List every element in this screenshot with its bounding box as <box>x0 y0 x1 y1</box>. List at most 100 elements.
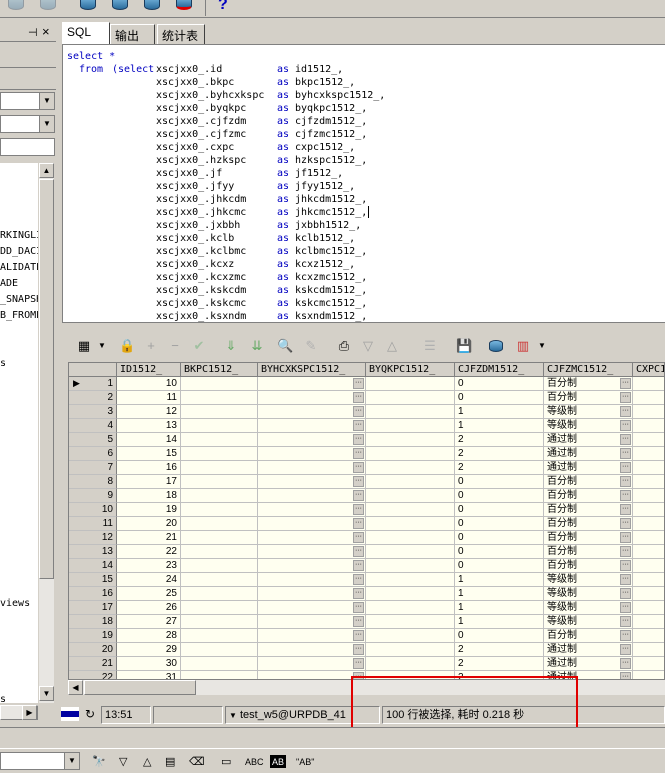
cell-byhcxkspc[interactable]: ··· <box>258 447 366 461</box>
column-header[interactable]: CJFZDM1512_ <box>455 363 544 377</box>
cell-cjfzmc[interactable]: 百分制 ··· <box>544 531 633 545</box>
whole-word-toggle[interactable]: AB <box>270 755 287 768</box>
cell-byqkpc[interactable] <box>366 475 455 489</box>
scroll-left-icon[interactable]: ◀ <box>68 680 83 695</box>
cell-bkpc[interactable] <box>181 489 258 503</box>
cell-id[interactable]: 19 <box>117 503 181 517</box>
cell-byhcxkspc[interactable]: ··· <box>258 405 366 419</box>
cell-cjfzmc[interactable]: 百分制 ··· <box>544 503 633 517</box>
cell-id[interactable]: 20 <box>117 517 181 531</box>
ellipsis-button[interactable]: ··· <box>620 420 631 431</box>
cell-id[interactable]: 24 <box>117 573 181 587</box>
ellipsis-button[interactable]: ··· <box>353 406 364 417</box>
cell-byqkpc[interactable] <box>366 419 455 433</box>
export-db-icon[interactable] <box>488 338 504 354</box>
cell-bkpc[interactable] <box>181 433 258 447</box>
cell-bkpc[interactable] <box>181 671 258 679</box>
cell-byhcxkspc[interactable]: ··· <box>258 377 366 391</box>
cell-cjfzdm[interactable]: 1 <box>455 615 544 629</box>
cell-cjfzdm[interactable]: 0 <box>455 391 544 405</box>
cell-id[interactable]: 31 <box>117 671 181 679</box>
ellipsis-button[interactable]: ··· <box>353 378 364 389</box>
cell-cxpc[interactable]: ··· <box>633 657 664 671</box>
cell-cjfzdm[interactable]: 2 <box>455 461 544 475</box>
cell-cjfzmc[interactable]: 等级制 ··· <box>544 601 633 615</box>
cell-id[interactable]: 26 <box>117 601 181 615</box>
cell-byhcxkspc[interactable]: ··· <box>258 601 366 615</box>
ellipsis-button[interactable]: ··· <box>353 574 364 585</box>
cell-id[interactable]: 21 <box>117 531 181 545</box>
cell-cjfzmc[interactable]: 通过制 ··· <box>544 461 633 475</box>
cell-byqkpc[interactable] <box>366 615 455 629</box>
cell-byhcxkspc[interactable]: ··· <box>258 531 366 545</box>
cell-bkpc[interactable] <box>181 629 258 643</box>
ellipsis-button[interactable]: ··· <box>353 532 364 543</box>
clear-icon[interactable]: ✎ <box>303 338 319 354</box>
cell-cxpc[interactable]: ··· <box>633 377 664 391</box>
column-header[interactable]: BKPC1512_ <box>181 363 258 377</box>
ellipsis-button[interactable]: ··· <box>353 658 364 669</box>
cell-cxpc[interactable]: ··· <box>633 419 664 433</box>
ellipsis-button[interactable]: ··· <box>353 616 364 627</box>
tab-output[interactable]: 输出 <box>110 24 155 44</box>
cell-cxpc[interactable]: ··· <box>633 517 664 531</box>
ellipsis-button[interactable]: ··· <box>620 392 631 403</box>
find-in-selection-icon[interactable]: ▭ <box>221 754 231 770</box>
cell-byhcxkspc[interactable]: ··· <box>258 433 366 447</box>
cell-cxpc[interactable]: ··· <box>633 391 664 405</box>
cell-id[interactable]: 25 <box>117 587 181 601</box>
find-next-icon[interactable]: ▽ <box>119 754 127 770</box>
cell-id[interactable]: 16 <box>117 461 181 475</box>
tree-item[interactable]: RKINGLI <box>0 230 38 241</box>
tab-statistics[interactable]: 统计表 <box>157 24 205 44</box>
cell-bkpc[interactable] <box>181 643 258 657</box>
chart-icon[interactable]: ▥ <box>515 338 531 354</box>
ellipsis-button[interactable]: ··· <box>353 448 364 459</box>
cell-cjfzdm[interactable]: 1 <box>455 601 544 615</box>
editor-splitter[interactable] <box>62 322 665 328</box>
ellipsis-button[interactable]: ··· <box>353 420 364 431</box>
chevron-down-icon[interactable]: ▼ <box>94 338 110 354</box>
lock-icon[interactable]: 🔒 <box>119 338 135 354</box>
cell-cjfzdm[interactable]: 2 <box>455 447 544 461</box>
scroll-thumb[interactable] <box>84 680 196 695</box>
query-by-example-icon[interactable]: ⎙ <box>336 338 352 354</box>
cell-byqkpc[interactable] <box>366 657 455 671</box>
cell-byqkpc[interactable] <box>366 601 455 615</box>
cell-cjfzmc[interactable]: 等级制 ··· <box>544 587 633 601</box>
refresh-icon[interactable]: ↻ <box>85 707 95 721</box>
cell-cjfzmc[interactable]: 百分制 ··· <box>544 391 633 405</box>
ellipsis-button[interactable]: ··· <box>353 518 364 529</box>
cell-bkpc[interactable] <box>181 447 258 461</box>
cell-bkpc[interactable] <box>181 517 258 531</box>
row-number[interactable]: 21 <box>69 657 117 671</box>
cell-cjfzdm[interactable]: 0 <box>455 545 544 559</box>
cell-cjfzdm[interactable]: 0 <box>455 517 544 531</box>
cell-cjfzdm[interactable]: 2 <box>455 657 544 671</box>
ellipsis-button[interactable]: ··· <box>353 602 364 613</box>
post-record-icon[interactable]: ✔ <box>191 338 207 354</box>
cell-byqkpc[interactable] <box>366 433 455 447</box>
row-number[interactable]: 18 <box>69 615 117 629</box>
column-header[interactable]: CJFZMC1512_ <box>544 363 633 377</box>
cell-cxpc[interactable]: ··· <box>633 573 664 587</box>
cell-cjfzmc[interactable]: 百分制 ··· <box>544 475 633 489</box>
cell-bkpc[interactable] <box>181 545 258 559</box>
row-number[interactable]: 16 <box>69 587 117 601</box>
ellipsis-button[interactable]: ··· <box>353 546 364 557</box>
cell-cjfzmc[interactable]: 通过制 ··· <box>544 433 633 447</box>
ellipsis-button[interactable]: ··· <box>620 490 631 501</box>
cell-byqkpc[interactable] <box>366 405 455 419</box>
find-icon[interactable]: 🔍 <box>277 338 293 354</box>
fetch-all-icon[interactable]: ⇊ <box>249 338 265 354</box>
cell-bkpc[interactable] <box>181 475 258 489</box>
row-number[interactable]: 9 <box>69 489 117 503</box>
object-tree[interactable]: RKINGLI DD_DACI ALIDATE ADE _SNAPSH B_FR… <box>0 163 38 703</box>
tab-sql[interactable]: SQL <box>62 22 110 44</box>
row-number[interactable]: 19 <box>69 629 117 643</box>
cell-id[interactable]: 10 <box>117 377 181 391</box>
ellipsis-button[interactable]: ··· <box>620 378 631 389</box>
cell-bkpc[interactable] <box>181 419 258 433</box>
cell-byhcxkspc[interactable]: ··· <box>258 391 366 405</box>
cell-byqkpc[interactable] <box>366 517 455 531</box>
